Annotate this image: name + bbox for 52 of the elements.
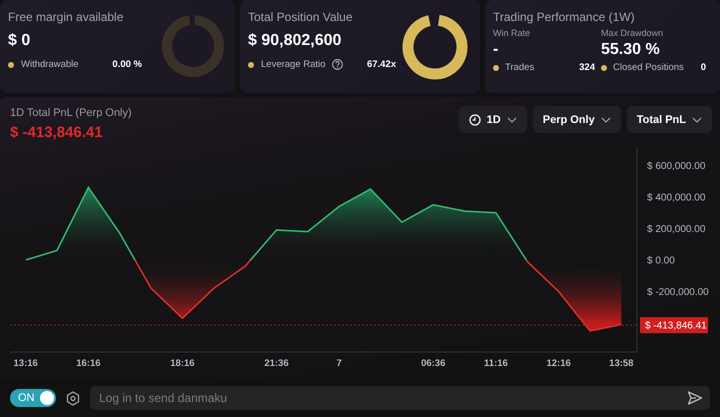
filter-dropdown[interactable]: Perp Only [532,106,621,133]
stat-value: 55.30 % [601,41,661,59]
last-value-tag: $ -413,846.41 [640,317,708,334]
x-tick-label: 11:16 [484,358,508,369]
chevron-icon [692,116,702,122]
legend-value: 67.42x [366,59,396,70]
hexagon-settings-icon[interactable] [66,390,80,406]
legend-dot-icon [493,64,499,70]
x-tick-label: 7 [336,358,342,369]
legend-label: Withdrawable [21,59,79,70]
clock-icon [468,114,481,126]
card-title: Free margin available [8,10,124,24]
x-tick-label: 21:36 [264,358,289,369]
x-tick-label: 18:16 [170,358,195,369]
legend-value: 0 [700,62,706,73]
y-tick-label: $ -200,000.00 [647,287,709,298]
y-tick-label: $ 600,000.00 [647,160,706,172]
chevron-icon [506,116,517,122]
x-tick-label: 13:16 [14,358,38,369]
y-tick-label: $ 200,000.00 [647,224,706,235]
legend-value: 0.00 % [112,59,142,70]
x-tick-label: 16:16 [76,358,101,369]
card-title: Trading Performance (1W) [493,10,636,24]
y-tick-label: $ 0.00 [647,255,675,266]
send-icon[interactable] [687,390,703,406]
position-value: $ 90,802,600 [248,32,342,50]
donut-drawing [402,14,468,80]
chart-title: 1D Total PnL (Perp Only) [10,107,132,119]
x-tick-label: 13:58 [609,358,634,369]
legend-dot-icon [248,62,254,68]
stat-label: Win Rate [493,28,532,38]
stat-value: - [493,41,500,59]
help-icon[interactable] [332,59,344,70]
legend-label: Leverage Ratio [261,59,326,70]
legend-label: Closed Positions [613,62,684,73]
legend-label: Trades [505,62,534,73]
legend-dot-icon [601,64,607,70]
legend-value: 324 [579,62,595,73]
card-title: Total Position Value [248,10,354,24]
filter-dropdown[interactable]: Total PnL [626,106,712,133]
legend-dot-icon [8,62,14,68]
empty-donut-drawing [161,14,225,78]
pnl-value: $ -413,846.41 [10,124,104,141]
ref-line-label: $ -413,846.41 [645,320,708,332]
filter-dropdown[interactable]: 1D [458,106,527,133]
chevron-icon [600,116,611,122]
x-tick-label: 12:16 [546,358,571,369]
margin-value: $ 0 [8,32,32,50]
y-tick-label: $ 400,000.00 [647,192,706,204]
x-tick-label: 06:36 [421,358,446,369]
danmaku-input[interactable]: Log in to send danmaku [90,386,710,410]
stat-label: Max Drawdown [601,28,664,38]
